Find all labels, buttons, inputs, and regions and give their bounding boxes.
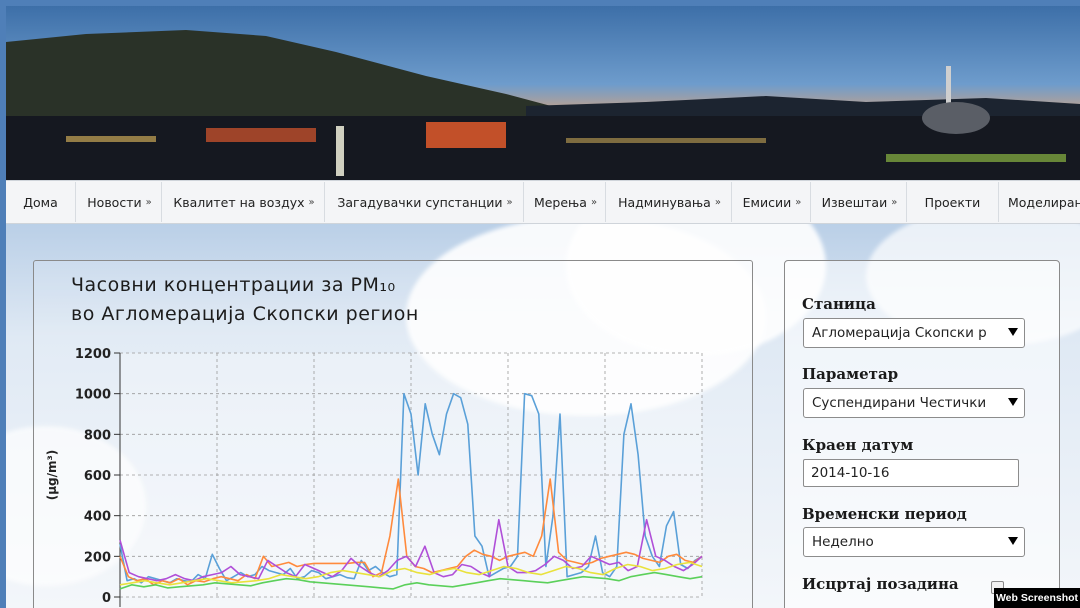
chevron-down-icon: » <box>506 196 513 208</box>
chevron-down-icon: » <box>145 196 152 208</box>
period-select-value: Неделно <box>812 534 874 550</box>
station-select-value: Агломерација Скопски р <box>812 325 987 341</box>
station-select[interactable]: Агломерација Скопски р <box>803 318 1025 348</box>
y-tick-label: 1200 <box>75 347 111 362</box>
chevron-down-icon: » <box>308 196 315 208</box>
pm10-line-chart: 0 200 400 600 800 1000 1200 (µg/m³) <box>45 347 703 607</box>
period-label: Временски период <box>802 505 967 523</box>
chevron-down-icon: » <box>795 196 801 208</box>
y-axis-label: (µg/m³) <box>45 450 59 501</box>
nav-item-label: Дома <box>23 194 58 210</box>
nav-item-label: Новости <box>87 194 142 210</box>
nav-item-label: Проекти <box>924 194 981 210</box>
end-date-label: Краен датум <box>802 436 914 454</box>
nav-item-reports[interactable]: Извештаи» <box>811 182 907 222</box>
nav-item-label: Загадувачки супстанции <box>337 194 503 210</box>
nav-item-home[interactable]: Дома <box>6 182 76 222</box>
dropdown-arrow-icon <box>1008 328 1018 336</box>
end-date-value: 2014-10-16 <box>811 465 890 481</box>
nav-item-label: Емисии <box>742 194 792 210</box>
filter-panel: Станица Агломерација Скопски р Параметар… <box>784 260 1060 608</box>
chart-panel: Часовни концентрации за PM₁₀ во Агломера… <box>33 260 753 608</box>
y-tick-label: 0 <box>102 591 111 606</box>
nav-item-air-quality[interactable]: Квалитет на воздух» <box>162 182 325 222</box>
chevron-down-icon: » <box>590 196 597 208</box>
parameter-select-value: Суспендирани Честички <box>812 395 987 411</box>
page: Дома Новости» Квалитет на воздух» Загаду… <box>6 6 1080 608</box>
nav-item-label: Извештаи <box>821 194 888 210</box>
chevron-down-icon: » <box>891 196 897 208</box>
parameter-select[interactable]: Суспендирани Честички <box>803 388 1025 418</box>
header-banner <box>6 6 1080 180</box>
nav-item-label: Квалитет на воздух <box>173 194 305 210</box>
nav-item-label: Надминувања <box>618 194 711 210</box>
nav-item-label: Моделиран <box>1008 194 1080 210</box>
dropdown-arrow-icon <box>1008 398 1018 406</box>
nav-item-projects[interactable]: Проекти <box>907 182 999 222</box>
end-date-input[interactable]: 2014-10-16 <box>803 459 1019 487</box>
y-tick-label: 1000 <box>75 388 111 403</box>
station-label: Станица <box>802 295 876 313</box>
dropdown-arrow-icon <box>1008 537 1018 545</box>
main-navigation: Дома Новости» Квалитет на воздух» Загаду… <box>6 180 1080 224</box>
y-tick-label: 800 <box>84 428 111 443</box>
nav-item-modeling[interactable]: Моделиран <box>999 182 1080 222</box>
y-tick-label: 600 <box>84 469 111 484</box>
nav-item-measurements[interactable]: Мерења» <box>524 182 606 222</box>
watermark: Web Screenshot <box>994 588 1080 608</box>
parameter-label: Параметар <box>802 365 899 383</box>
nav-item-label: Мерења <box>533 194 587 210</box>
chevron-down-icon: » <box>714 196 721 208</box>
nav-item-emissions[interactable]: Емисии» <box>732 182 811 222</box>
city-panorama-image <box>6 6 1080 180</box>
nav-item-pollutants[interactable]: Загадувачки супстанции» <box>325 182 524 222</box>
nav-item-news[interactable]: Новости» <box>76 182 162 222</box>
y-tick-label: 200 <box>84 550 111 565</box>
background-label: Исцртај позадина <box>802 575 959 593</box>
period-select[interactable]: Неделно <box>803 527 1025 557</box>
y-tick-label: 400 <box>84 510 111 525</box>
nav-item-exceedances[interactable]: Надминувања» <box>606 182 732 222</box>
